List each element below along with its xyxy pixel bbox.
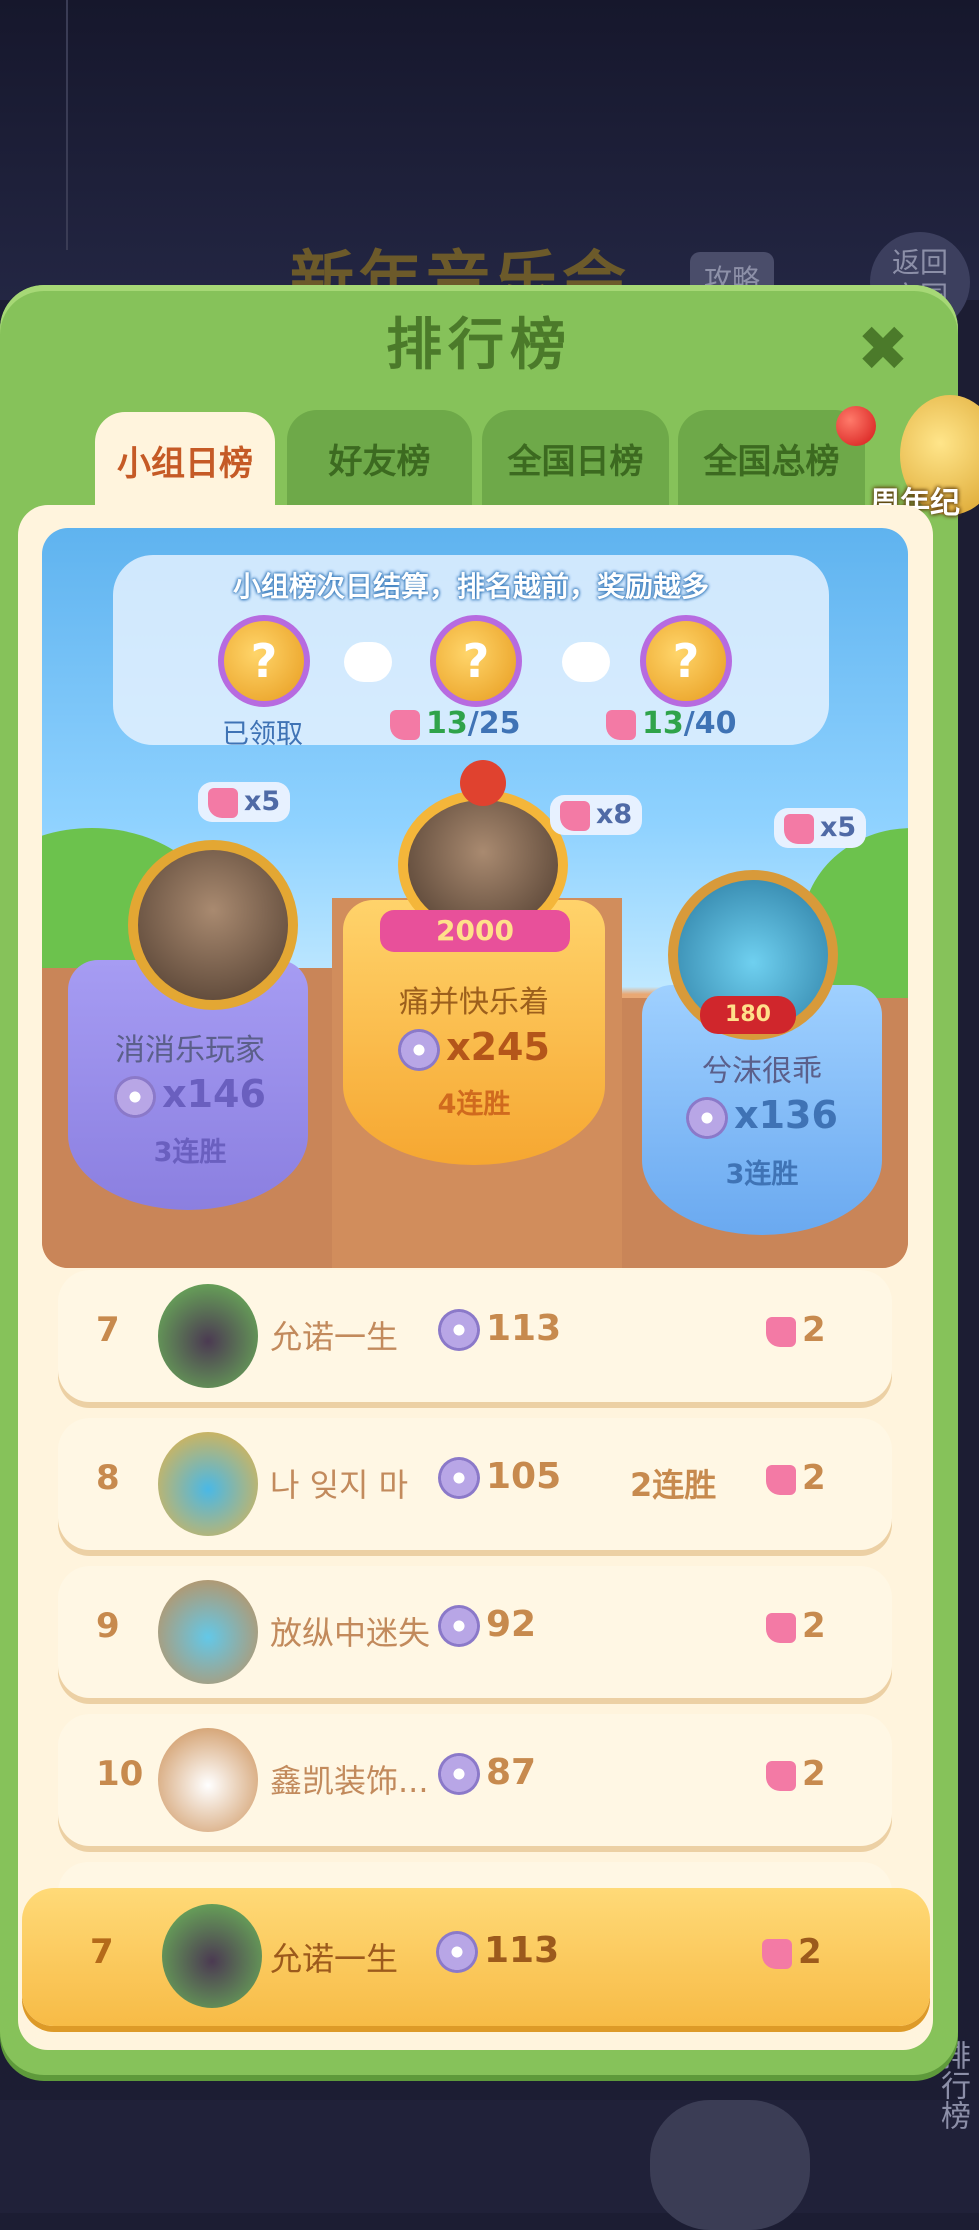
reward-count: 2 bbox=[766, 1458, 826, 1498]
table-row[interactable]: 9 放纵中迷失 92 2 bbox=[58, 1566, 892, 1698]
reward-count: 2 bbox=[766, 1754, 826, 1794]
player-score: 113 bbox=[438, 1308, 561, 1351]
disc-icon bbox=[686, 1096, 729, 1139]
avatar-frame-badge: 180 bbox=[700, 996, 796, 1034]
avatar[interactable] bbox=[158, 1728, 258, 1832]
arrow-right-icon bbox=[562, 642, 610, 682]
disc-icon bbox=[398, 1028, 441, 1071]
puzzle-piece-icon bbox=[766, 1612, 796, 1643]
reward-headline: 小组榜次日结算，排名越前，奖励越多 bbox=[232, 570, 709, 603]
rank-number: 8 bbox=[96, 1458, 120, 1498]
win-streak: 2连胜 bbox=[630, 1466, 717, 1504]
reward-chest-2-icon[interactable]: ? bbox=[430, 615, 522, 707]
puzzle-piece-icon bbox=[560, 800, 590, 831]
reward-progress-3: 13/40 bbox=[606, 706, 736, 741]
player-score: 92 bbox=[438, 1604, 536, 1647]
reward-chest-3-icon[interactable]: ? bbox=[640, 615, 732, 707]
reward-chest-1-icon[interactable]: ? bbox=[218, 615, 310, 707]
disc-icon bbox=[438, 1753, 480, 1795]
notification-dot bbox=[836, 406, 876, 446]
rank-number: 10 bbox=[96, 1754, 144, 1794]
dialog-title: 排行榜 bbox=[386, 313, 572, 378]
avatar[interactable] bbox=[128, 840, 298, 1010]
rank-number: 7 bbox=[90, 1932, 114, 1972]
table-row[interactable]: 8 나 잊지 마 105 2连胜 2 bbox=[58, 1418, 892, 1550]
rank-number: 7 bbox=[96, 1310, 120, 1350]
close-icon[interactable]: ✖ bbox=[852, 318, 914, 380]
avatar[interactable] bbox=[158, 1284, 258, 1388]
win-streak: 4连胜 bbox=[437, 1089, 511, 1120]
puzzle-piece-icon bbox=[390, 709, 420, 740]
disc-icon bbox=[438, 1457, 480, 1499]
win-streak: 3连胜 bbox=[153, 1137, 227, 1168]
puzzle-piece-icon bbox=[762, 1938, 792, 1969]
player-name: 痛并快乐着 bbox=[399, 985, 549, 1020]
puzzle-piece-icon bbox=[784, 813, 814, 844]
puzzle-piece-icon bbox=[766, 1464, 796, 1495]
player-name: 允诺一生 bbox=[270, 1940, 399, 1978]
chicken-crest-icon bbox=[460, 760, 506, 806]
rank-number: 9 bbox=[96, 1606, 120, 1646]
player-score: 113 bbox=[436, 1930, 559, 1973]
disc-icon bbox=[436, 1931, 478, 1973]
player-name: 兮沫很乖 bbox=[702, 1054, 822, 1089]
player-score: x136 bbox=[652, 1093, 872, 1139]
reward-status-claimed: 已领取 bbox=[222, 719, 303, 750]
disc-icon bbox=[438, 1605, 480, 1647]
arrow-right-icon bbox=[344, 642, 392, 682]
player-name: 나 잊지 마 bbox=[270, 1466, 409, 1504]
puzzle-piece-icon bbox=[208, 787, 238, 818]
avatar-frame-badge: 2000 bbox=[380, 910, 570, 952]
player-name: 允诺一生 bbox=[270, 1318, 399, 1356]
reward-count: 2 bbox=[762, 1932, 822, 1972]
avatar[interactable] bbox=[162, 1904, 262, 2008]
return-label: 返回 bbox=[891, 246, 948, 279]
table-row[interactable]: 7 允诺一生 113 2 bbox=[58, 1270, 892, 1402]
player-name: 放纵中迷失 bbox=[270, 1614, 431, 1652]
my-rank-row[interactable]: 7 允诺一生 113 2 bbox=[22, 1888, 930, 2026]
background-bottom bbox=[0, 2100, 979, 2213]
hanging-lamp bbox=[66, 0, 68, 250]
puzzle-piece-icon bbox=[766, 1316, 796, 1347]
puzzle-piece-icon bbox=[606, 709, 636, 740]
puzzle-piece-icon bbox=[766, 1760, 796, 1791]
disc-icon bbox=[438, 1309, 480, 1351]
player-name: 鑫凯装饰... bbox=[270, 1762, 429, 1800]
reward-count: 2 bbox=[766, 1606, 826, 1646]
player-score: 87 bbox=[438, 1752, 536, 1795]
reward-bubble-second: x5 bbox=[198, 782, 291, 822]
player-score: x245 bbox=[360, 1025, 588, 1071]
win-streak: 3连胜 bbox=[725, 1159, 799, 1190]
reward-progress-2: 13/25 bbox=[390, 706, 520, 741]
player-score: 105 bbox=[438, 1456, 561, 1499]
reward-bubble-third: x5 bbox=[774, 808, 867, 848]
reward-count: 2 bbox=[766, 1310, 826, 1350]
pointer-hand-icon bbox=[650, 2100, 810, 2230]
player-name: 消消乐玩家 bbox=[115, 1033, 265, 1068]
avatar[interactable] bbox=[158, 1432, 258, 1536]
reward-bubble-first: x8 bbox=[550, 795, 643, 835]
tab-national-daily[interactable]: 全国日榜 bbox=[482, 410, 669, 510]
avatar[interactable] bbox=[158, 1580, 258, 1684]
tab-friends[interactable]: 好友榜 bbox=[287, 410, 472, 510]
disc-icon bbox=[114, 1075, 157, 1118]
player-score: x146 bbox=[80, 1072, 300, 1118]
table-row[interactable]: 10 鑫凯装饰... 87 2 bbox=[58, 1714, 892, 1846]
